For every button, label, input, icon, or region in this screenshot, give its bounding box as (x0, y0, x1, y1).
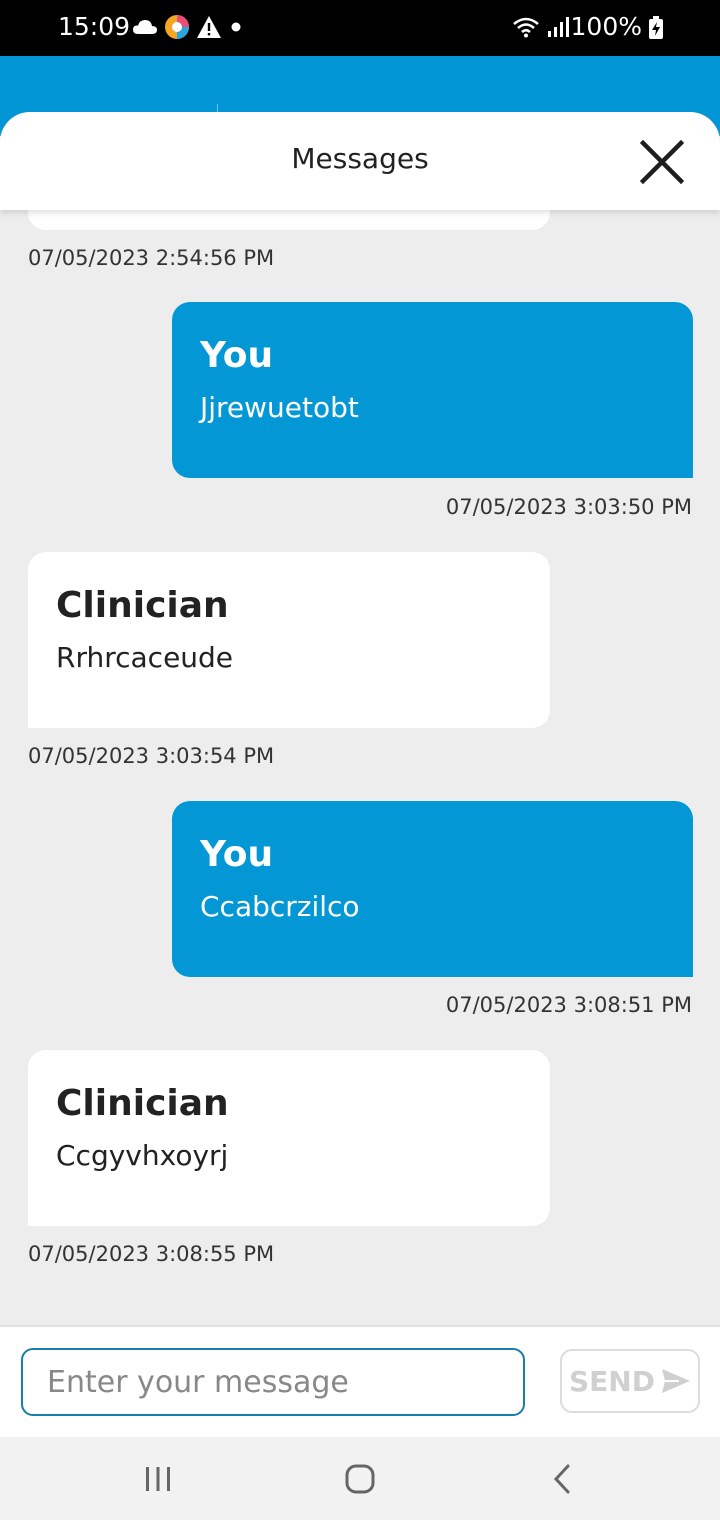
signal-icon (548, 17, 569, 37)
message-timestamp: 07/05/2023 3:03:54 PM (28, 744, 275, 768)
message-list[interactable]: 07/05/2023 2:54:56 PM You Jjrewuetobt 07… (0, 112, 720, 1327)
recents-icon (146, 1467, 170, 1491)
message-sender: You (200, 335, 274, 376)
message-sender: You (200, 834, 274, 875)
message-timestamp: 07/05/2023 3:03:50 PM (445, 495, 692, 519)
send-button[interactable]: SEND (560, 1349, 700, 1413)
app-notification-icon (165, 15, 189, 39)
battery-percent: 100% (570, 12, 642, 41)
notification-icons (132, 14, 244, 40)
message-bubble-clinician: Clinician Ccgyvhxoyrj (28, 1050, 550, 1226)
status-time: 15:09 (58, 12, 131, 41)
message-bubble-you: You Jjrewuetobt (172, 302, 693, 478)
message-text: Ccgyvhxoyrj (56, 1139, 229, 1172)
nav-home-button[interactable] (340, 1459, 380, 1499)
message-text: Ccabcrzilco (200, 890, 360, 923)
home-icon (345, 1464, 375, 1494)
message-text: Jjrewuetobt (200, 391, 359, 424)
message-composer: SEND (0, 1325, 720, 1437)
dot-icon (231, 22, 241, 32)
close-icon (640, 140, 684, 184)
message-input[interactable] (21, 1348, 525, 1416)
message-timestamp: 07/05/2023 3:08:55 PM (28, 1242, 275, 1266)
send-arrow-icon (661, 1369, 690, 1393)
nav-back-button[interactable] (542, 1459, 582, 1499)
message-timestamp: 07/05/2023 2:54:56 PM (28, 246, 275, 270)
messages-sheet: 07/05/2023 2:54:56 PM You Jjrewuetobt 07… (0, 112, 720, 1437)
close-button[interactable] (634, 134, 690, 190)
message-bubble-clinician: Clinician Rrhrcaceude (28, 552, 550, 728)
message-timestamp: 07/05/2023 3:08:51 PM (445, 993, 692, 1017)
connectivity-icons (512, 16, 570, 38)
warning-icon (197, 16, 221, 38)
status-bar: 15:09 100% (0, 0, 720, 56)
message-bubble-you: You Ccabcrzilco (172, 801, 693, 977)
sheet-title: Messages (291, 142, 429, 175)
back-icon (553, 1464, 570, 1494)
cloud-icon (133, 20, 157, 34)
wifi-icon (513, 17, 539, 38)
message-sender: Clinician (56, 585, 229, 626)
nav-recents-button[interactable] (138, 1459, 178, 1499)
sheet-header: Messages (0, 112, 720, 210)
message-text: Rrhrcaceude (56, 641, 234, 674)
battery-charging-icon (649, 16, 663, 39)
send-label: SEND (569, 1364, 655, 1398)
system-nav-bar (0, 1437, 720, 1520)
message-sender: Clinician (56, 1083, 229, 1124)
